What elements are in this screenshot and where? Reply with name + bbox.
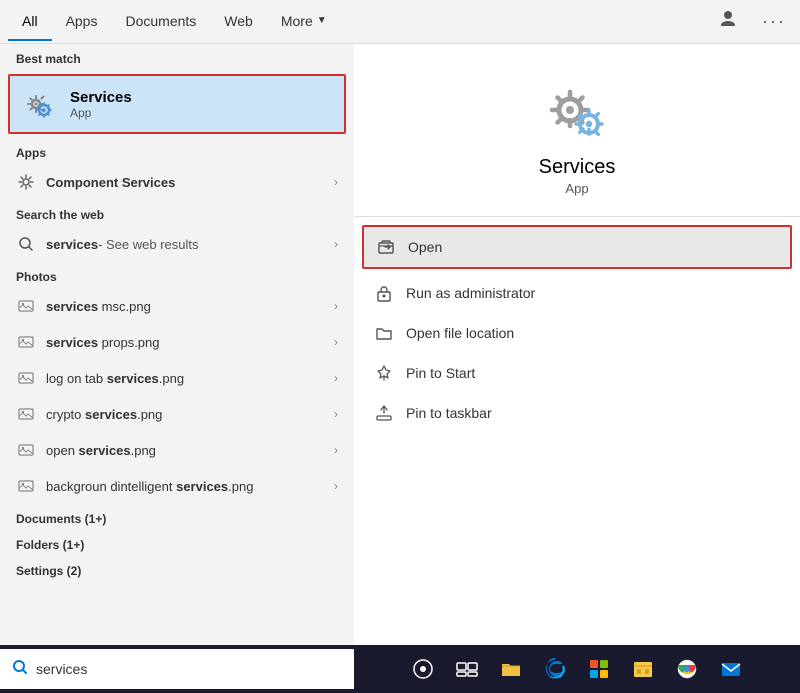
pin-taskbar-icon: [374, 403, 394, 423]
tab-apps[interactable]: Apps: [52, 3, 112, 41]
chevron-down-icon: ▼: [317, 15, 327, 26]
search-bar: [0, 649, 354, 689]
run-admin-label: Run as administrator: [406, 285, 535, 301]
multitasking-icon[interactable]: [447, 649, 487, 689]
list-item-component-services[interactable]: Component Services ›: [0, 164, 354, 200]
photo-chevron-6: ›: [334, 479, 338, 493]
task-view-icon[interactable]: [403, 649, 443, 689]
search-input[interactable]: [36, 661, 342, 677]
tab-more[interactable]: More ▼: [267, 3, 341, 41]
photo-label-2: services props.png: [46, 335, 324, 350]
chrome-icon[interactable]: [667, 649, 707, 689]
photo-chevron-4: ›: [334, 407, 338, 421]
app-detail-type: App: [565, 181, 588, 196]
file-manager-icon[interactable]: [623, 649, 663, 689]
list-item-photo-5[interactable]: open services.png ›: [0, 432, 354, 468]
photo-chevron-1: ›: [334, 299, 338, 313]
best-match-label: Best match: [0, 44, 354, 70]
best-match-title: Services: [70, 89, 132, 106]
documents-label: Documents (1+): [0, 504, 354, 530]
web-chevron-icon: ›: [334, 237, 338, 251]
open-location-label: Open file location: [406, 325, 514, 341]
tab-all[interactable]: All: [8, 3, 52, 41]
more-options-icon[interactable]: ···: [756, 7, 792, 36]
list-item-photo-2[interactable]: services props.png ›: [0, 324, 354, 360]
store-icon[interactable]: [579, 649, 619, 689]
action-open[interactable]: Open: [362, 225, 792, 269]
photo-label-3: log on tab services.png: [46, 371, 324, 386]
taskbar-icons: [354, 649, 800, 689]
list-item-photo-3[interactable]: log on tab services.png ›: [0, 360, 354, 396]
left-panel: Best match Services App Apps: [0, 44, 354, 645]
action-pin-start[interactable]: Pin to Start: [354, 353, 800, 393]
user-icon[interactable]: [712, 5, 744, 38]
search-web-label: Search the web: [0, 200, 354, 226]
search-web-icon: [16, 234, 36, 254]
photo-icon-3: [16, 368, 36, 388]
folders-label: Folders (1+): [0, 530, 354, 556]
top-nav: All Apps Documents Web More ▼ ···: [0, 0, 800, 44]
edge-icon[interactable]: [535, 649, 575, 689]
best-match-text: Services App: [70, 89, 132, 120]
list-item-photo-6[interactable]: backgroun dintelligent services.png ›: [0, 468, 354, 504]
mail-icon[interactable]: [711, 649, 751, 689]
action-list: Open Run as administrator: [354, 217, 800, 437]
action-open-location[interactable]: Open file location: [354, 313, 800, 353]
open-label: Open: [408, 239, 442, 255]
tab-documents[interactable]: Documents: [111, 3, 210, 41]
list-item-photo-4[interactable]: crypto services.png ›: [0, 396, 354, 432]
best-match-item[interactable]: Services App: [8, 74, 346, 134]
app-detail: Services App: [354, 44, 800, 217]
admin-icon: [374, 283, 394, 303]
pin-start-label: Pin to Start: [406, 365, 475, 381]
open-icon: [376, 237, 396, 257]
photo-label-6: backgroun dintelligent services.png: [46, 479, 324, 494]
photo-icon-2: [16, 332, 36, 352]
best-match-subtitle: App: [70, 106, 132, 120]
services-app-icon: [22, 86, 58, 122]
photo-label-4: crypto services.png: [46, 407, 324, 422]
web-search-text: services- See web results: [46, 237, 324, 252]
file-explorer-icon[interactable]: [491, 649, 531, 689]
main-content: Best match Services App Apps: [0, 44, 800, 645]
taskbar: [0, 645, 800, 693]
pin-start-icon: [374, 363, 394, 383]
pin-taskbar-label: Pin to taskbar: [406, 405, 492, 421]
chevron-right-icon: ›: [334, 175, 338, 189]
apps-section-label: Apps: [0, 138, 354, 164]
photo-label-5: open services.png: [46, 443, 324, 458]
photo-label-1: services msc.png: [46, 299, 324, 314]
app-detail-name: Services: [539, 156, 616, 179]
tab-web[interactable]: Web: [210, 3, 267, 41]
taskbar-search-icon: [12, 659, 28, 680]
photo-chevron-3: ›: [334, 371, 338, 385]
folder-icon: [374, 323, 394, 343]
photo-icon-4: [16, 404, 36, 424]
app-detail-icon: [542, 74, 612, 144]
component-services-icon: [16, 172, 36, 192]
right-panel: Services App Open: [354, 44, 800, 645]
photo-chevron-2: ›: [334, 335, 338, 349]
action-pin-taskbar[interactable]: Pin to taskbar: [354, 393, 800, 433]
photo-icon-6: [16, 476, 36, 496]
photo-icon-5: [16, 440, 36, 460]
photo-icon-1: [16, 296, 36, 316]
web-search-item[interactable]: services- See web results ›: [0, 226, 354, 262]
action-run-admin[interactable]: Run as administrator: [354, 273, 800, 313]
photos-label: Photos: [0, 262, 354, 288]
list-item-photo-1[interactable]: services msc.png ›: [0, 288, 354, 324]
component-services-label: Component Services: [46, 175, 324, 190]
settings-label: Settings (2): [0, 556, 354, 582]
photo-chevron-5: ›: [334, 443, 338, 457]
